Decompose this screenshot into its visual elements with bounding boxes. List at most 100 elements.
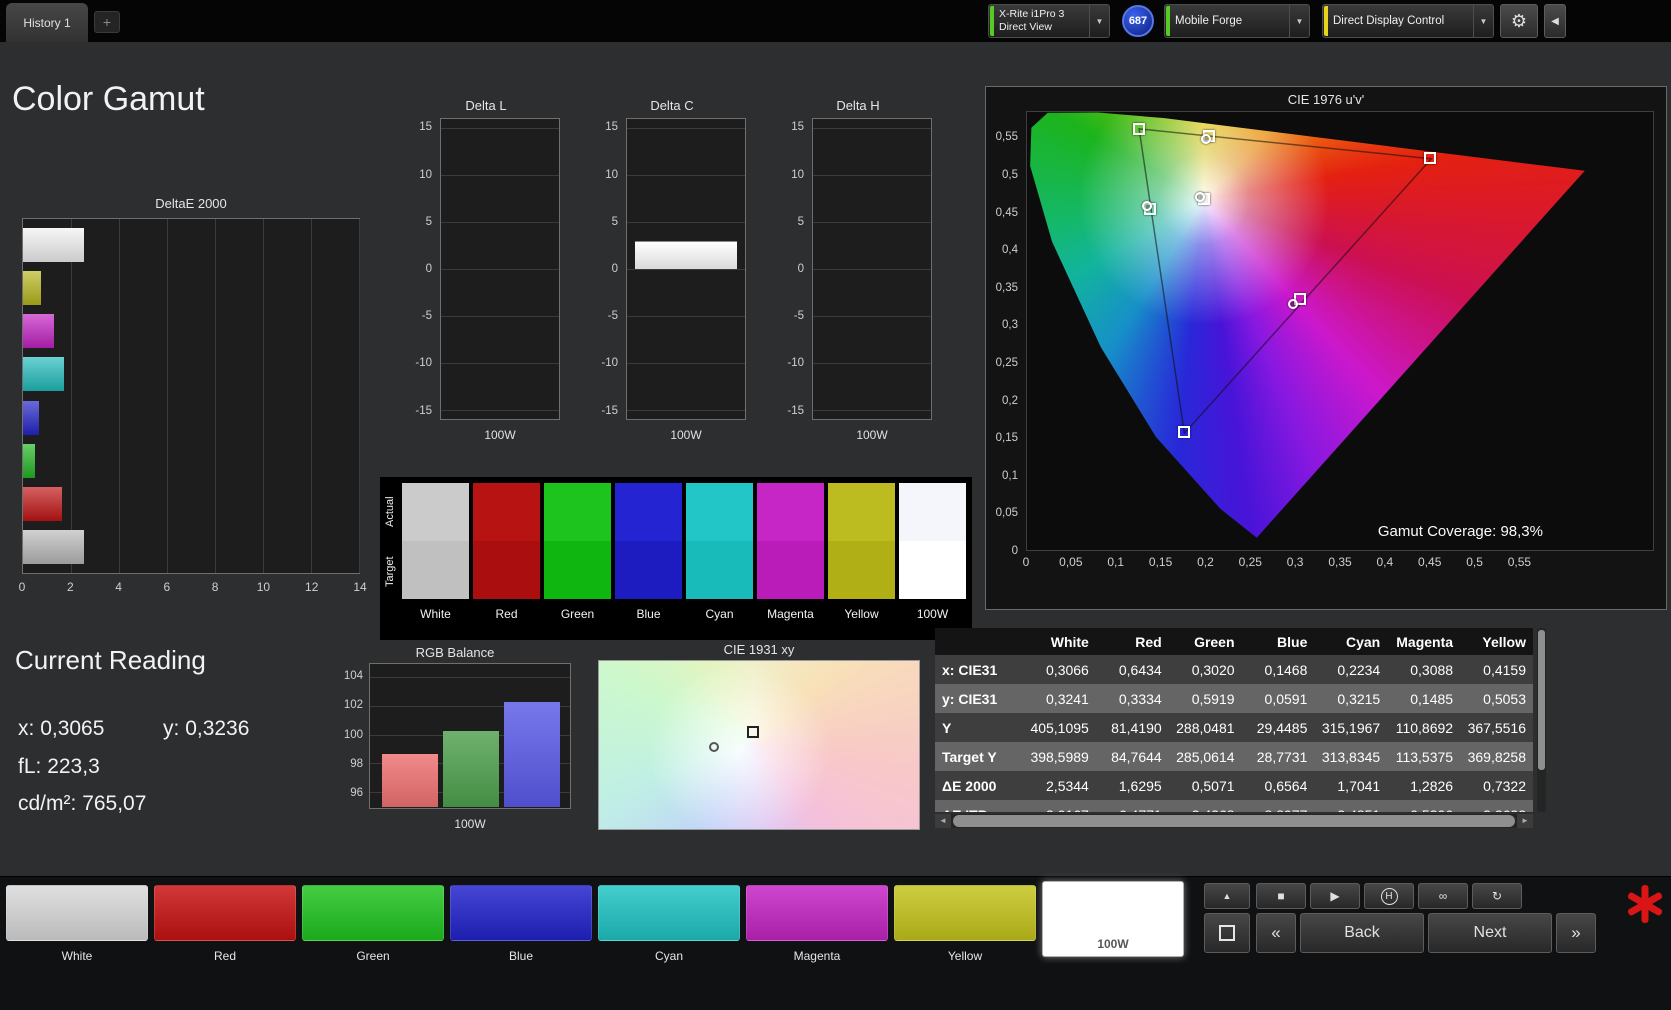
- deltae-bar-green: [23, 443, 36, 478]
- cell-value: 405,1095: [1030, 719, 1089, 736]
- previous-page-button[interactable]: «: [1256, 913, 1296, 953]
- meter-dropdown[interactable]: X-Rite i1Pro 3 Direct View ▼: [988, 4, 1110, 38]
- swatch-label: White: [420, 607, 451, 621]
- rgb-balance-chart: RGB Balance 96 98 100 102 104 100W: [335, 645, 575, 843]
- scroll-up-button[interactable]: ▲: [1204, 883, 1250, 909]
- axis-tick: 2: [66, 580, 74, 594]
- reading-luminance: cd/m²: 765,07: [18, 792, 147, 815]
- transport-hold-button[interactable]: H: [1364, 883, 1414, 909]
- scrollbar-thumb[interactable]: [1538, 630, 1545, 770]
- cell-value: 2,5344: [1046, 777, 1089, 794]
- axis-tick: 0,1: [1002, 469, 1018, 482]
- axis-tick: 0,35: [1328, 555, 1352, 569]
- patch-button-yellow[interactable]: [894, 885, 1036, 941]
- deltae-bar-red: [23, 487, 63, 522]
- cell-value: 285,0614: [1176, 748, 1235, 765]
- swatch-column-yellow: Yellow: [828, 483, 895, 621]
- cell-value: 315,1967: [1321, 719, 1381, 736]
- chart-title: CIE 1931 xy: [723, 642, 795, 657]
- axis-tick: 15: [419, 121, 432, 134]
- transport-refresh-button[interactable]: ↻: [1472, 883, 1522, 909]
- table-vscrollbar[interactable]: [1537, 628, 1546, 812]
- gamut-coverage-label: Gamut Coverage:: [1377, 523, 1497, 540]
- axis-tick: 98: [350, 757, 363, 770]
- row-label: y: CIE31: [942, 690, 998, 707]
- axis-tick: 0,55: [995, 131, 1018, 144]
- scrollbar-thumb[interactable]: [953, 815, 1515, 827]
- delta-h-plot: [812, 118, 932, 420]
- marker-green-target: [1132, 122, 1145, 135]
- meter-status-stripe: [990, 6, 994, 36]
- chart-title: RGB Balance: [415, 645, 495, 660]
- tab-history-1[interactable]: History 1: [6, 3, 88, 42]
- patch-button-red[interactable]: [154, 885, 296, 941]
- scroll-right-icon[interactable]: ►: [1517, 814, 1533, 828]
- gamut-coverage-value: 98,3%: [1500, 523, 1543, 540]
- cell-value: 367,5516: [1467, 719, 1526, 736]
- cell-value: 1,2826: [1410, 777, 1454, 794]
- patch-label: Green: [356, 949, 390, 963]
- patch-button-magenta[interactable]: [746, 885, 888, 941]
- gridline: [627, 222, 745, 224]
- chevron-down-icon[interactable]: ▼: [1473, 5, 1493, 37]
- patch-label: 100W: [1097, 937, 1129, 951]
- pattern-source-dropdown[interactable]: Mobile Forge ▼: [1164, 4, 1310, 38]
- row-label: x: CIE31: [942, 661, 998, 678]
- next-page-button[interactable]: »: [1556, 913, 1596, 953]
- axis-tick: 10: [791, 168, 804, 181]
- settings-button[interactable]: ⚙: [1500, 4, 1538, 38]
- target-row-label: Target: [384, 556, 396, 588]
- axis-tick: 0,3: [1002, 319, 1018, 332]
- transport-play-button[interactable]: ▶: [1310, 883, 1360, 909]
- add-tab-button[interactable]: +: [94, 11, 120, 33]
- transport-loop-button[interactable]: ∞: [1418, 883, 1468, 909]
- back-button[interactable]: Back: [1300, 913, 1424, 953]
- ddc-status-stripe: [1324, 6, 1328, 36]
- axis-tick: 0,15: [1148, 555, 1173, 569]
- swatch-target: [686, 541, 753, 599]
- x-axis-label: 100W: [484, 428, 516, 442]
- reading-fl: fL: 223,3: [18, 755, 100, 778]
- cell-value: 313,8345: [1321, 748, 1381, 765]
- swatch-target: [615, 541, 682, 599]
- chevron-down-icon[interactable]: ▼: [1089, 5, 1109, 37]
- patch-button-100w[interactable]: 100W: [1042, 881, 1184, 957]
- x-axis-label: 100W: [856, 428, 888, 442]
- cell-value: 0,6434: [1118, 661, 1162, 678]
- collapse-panel-button[interactable]: ◀: [1544, 4, 1566, 38]
- results-table: White Red Green Blue Cyan Magenta Yellow x: CIE…: [935, 628, 1533, 812]
- cell-value: 6,4771: [1096, 800, 1169, 813]
- cell-value: 8,8977: [1242, 800, 1315, 813]
- patch-button-white[interactable]: [6, 885, 148, 941]
- marker-white-actual: [1194, 192, 1205, 203]
- patch-button-blue[interactable]: [450, 885, 592, 941]
- transport-stop-button[interactable]: ■: [1256, 883, 1306, 909]
- asterisk-icon[interactable]: [1622, 881, 1668, 927]
- axis-tick: -5: [607, 310, 618, 323]
- row-label: Y: [942, 719, 952, 736]
- cell-value: 29,4485: [1256, 719, 1308, 736]
- patch-button-cyan[interactable]: [598, 885, 740, 941]
- cell-value: 2,4851: [1314, 800, 1387, 813]
- chevron-down-icon[interactable]: ▼: [1289, 5, 1309, 37]
- next-button[interactable]: Next: [1428, 913, 1552, 953]
- axis-tick: 0,45: [995, 206, 1018, 219]
- swatch-actual: [544, 483, 611, 541]
- patch-button-green[interactable]: [302, 885, 444, 941]
- measurement-count-badge: 687: [1122, 5, 1154, 37]
- deltae-bar-white: [23, 227, 84, 262]
- cell-value: 1,6295: [1118, 777, 1162, 794]
- results-table-panel: White Red Green Blue Cyan Magenta Yellow x: CIE…: [935, 628, 1533, 812]
- gridline: [441, 409, 559, 411]
- page-title: Color Gamut: [12, 80, 205, 118]
- loop-icon: ∞: [1438, 889, 1448, 903]
- column-header-yellow: Yellow: [1460, 628, 1533, 655]
- table-hscrollbar[interactable]: ◄ ►: [935, 814, 1533, 828]
- patch-label: Red: [213, 949, 236, 963]
- swatch-label: 100W: [916, 607, 949, 621]
- display-control-dropdown[interactable]: Direct Display Control ▼: [1322, 4, 1494, 38]
- scroll-left-icon[interactable]: ◄: [935, 814, 951, 828]
- pattern-window-button[interactable]: [1204, 913, 1250, 953]
- square-icon: [1219, 925, 1235, 941]
- gridline: [627, 175, 745, 177]
